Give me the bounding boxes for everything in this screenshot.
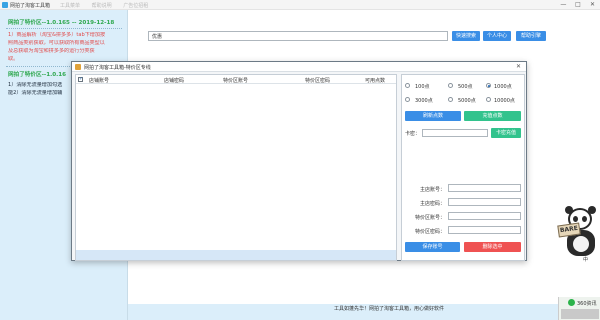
- help-button[interactable]: 帮助引擎: [516, 31, 546, 41]
- update-note-line: 照商品类别获取，可以获取所有商品类型以: [8, 40, 105, 46]
- menu-tab-help[interactable]: 帮助说明: [92, 2, 112, 9]
- points-option-radio[interactable]: [448, 97, 453, 102]
- accounts-table: ✓ 店铺账号 店铺密码 特价区账号 特价区密码 可用点数: [75, 74, 397, 261]
- app-title: 网拍了淘客工具箱: [10, 3, 51, 9]
- main-password-input[interactable]: [448, 198, 521, 206]
- special-account-label: 特价区账号：: [414, 215, 445, 221]
- points-option-label: 1000点: [494, 84, 512, 90]
- search-input[interactable]: [148, 31, 448, 41]
- recharge-points-button[interactable]: 充值点数: [464, 111, 521, 121]
- minimize-icon[interactable]: —: [559, 1, 568, 9]
- maximize-icon[interactable]: □: [573, 1, 582, 9]
- card-recharge-button[interactable]: 卡密充值: [491, 128, 521, 138]
- main-account-label: 主店账号：: [419, 187, 445, 193]
- quick-search-button[interactable]: 快速搜索: [452, 31, 480, 41]
- window-controls: — □ ✕: [555, 1, 597, 9]
- save-account-button[interactable]: 保存账号: [405, 242, 460, 252]
- table-footer: [76, 250, 396, 260]
- points-option-radio-selected[interactable]: [486, 83, 491, 88]
- main-account-input[interactable]: [448, 184, 521, 192]
- sidebar-divider: [6, 28, 122, 29]
- main-password-label: 主店密码：: [419, 201, 445, 207]
- status-bar: 工具如蓬先华！网拍了淘客工具箱，用心做好软件: [128, 304, 600, 320]
- points-option-label: 10000点: [494, 98, 515, 104]
- version-heading-2: 网拍了特价区--1.0.16: [8, 72, 67, 78]
- menu-tab-ads[interactable]: 广告位招租: [123, 2, 148, 9]
- points-panel: 100点 500点 1000点 3000点 5000点 10000点 刷新点数 …: [401, 74, 525, 261]
- update-note-line: 1）商品解析（淘宝&拼多多）tab下增加按: [8, 32, 106, 38]
- refresh-points-button[interactable]: 刷新点数: [405, 111, 461, 121]
- main-titlebar: 网拍了淘客工具箱 工具菜单 帮助说明 广告位招租 — □ ✕: [0, 0, 600, 10]
- panda-eye: [573, 216, 578, 222]
- mascot-caption: 中: [583, 257, 589, 263]
- column-header-store-account[interactable]: 店铺账号: [89, 77, 109, 84]
- card-code-label: 卡密：: [405, 131, 421, 137]
- close-icon[interactable]: ✕: [588, 1, 597, 9]
- menu-tab-tools[interactable]: 工具菜单: [60, 2, 80, 9]
- special-password-input[interactable]: [448, 226, 521, 234]
- points-option-radio[interactable]: [405, 83, 410, 88]
- dialog-title: 网拍了淘客工具箱-特价区专线: [84, 65, 151, 71]
- panda-eye: [582, 216, 587, 222]
- dialog-app-icon: [75, 64, 81, 70]
- panda-belly: [573, 236, 589, 252]
- close-icon[interactable]: ✕: [514, 63, 523, 71]
- news-widget[interactable]: 360资讯: [558, 297, 600, 320]
- points-option-label: 100点: [415, 84, 430, 90]
- points-option-radio[interactable]: [405, 97, 410, 102]
- special-password-label: 特价区密码：: [414, 229, 445, 235]
- points-option-label: 500点: [458, 84, 473, 90]
- dialog-titlebar: 网拍了淘客工具箱-特价区专线 ✕: [72, 62, 526, 72]
- column-header-points[interactable]: 可用点数: [365, 77, 385, 84]
- special-zone-dialog: 网拍了淘客工具箱-特价区专线 ✕ ✓ 店铺账号 店铺密码 特价区账号 特价区密码…: [71, 61, 527, 261]
- column-header-special-account[interactable]: 特价区账号: [223, 77, 248, 84]
- table-header: ✓ 店铺账号 店铺密码 特价区账号 特价区密码 可用点数: [76, 75, 396, 84]
- delete-selected-button[interactable]: 删除选中: [464, 242, 521, 252]
- points-option-label: 3000点: [415, 98, 433, 104]
- news-widget-label: 360资讯: [577, 301, 597, 307]
- menu-tabs: 工具菜单 帮助说明 广告位招租: [60, 2, 158, 9]
- user-center-button[interactable]: 个人中心: [483, 31, 511, 41]
- version-heading: 网拍了特价区--1.0.165 -- 2019-12-18: [8, 20, 115, 26]
- column-header-store-password[interactable]: 店铺密码: [164, 77, 184, 84]
- update-note-line: 及总获取为淘宝和拼多多的运行分类获: [8, 48, 95, 54]
- card-code-input[interactable]: [422, 129, 488, 137]
- points-option-radio[interactable]: [448, 83, 453, 88]
- select-all-checkbox[interactable]: ✓: [78, 77, 83, 82]
- points-option-radio[interactable]: [486, 97, 491, 102]
- news-logo-icon: [568, 299, 575, 306]
- points-option-label: 5000点: [458, 98, 476, 104]
- news-widget-bar: [561, 309, 599, 319]
- app-logo-icon: [2, 2, 8, 8]
- special-account-input[interactable]: [448, 212, 521, 220]
- panda-mascot: BARE 中: [555, 206, 600, 264]
- column-header-special-password[interactable]: 特价区密码: [305, 77, 330, 84]
